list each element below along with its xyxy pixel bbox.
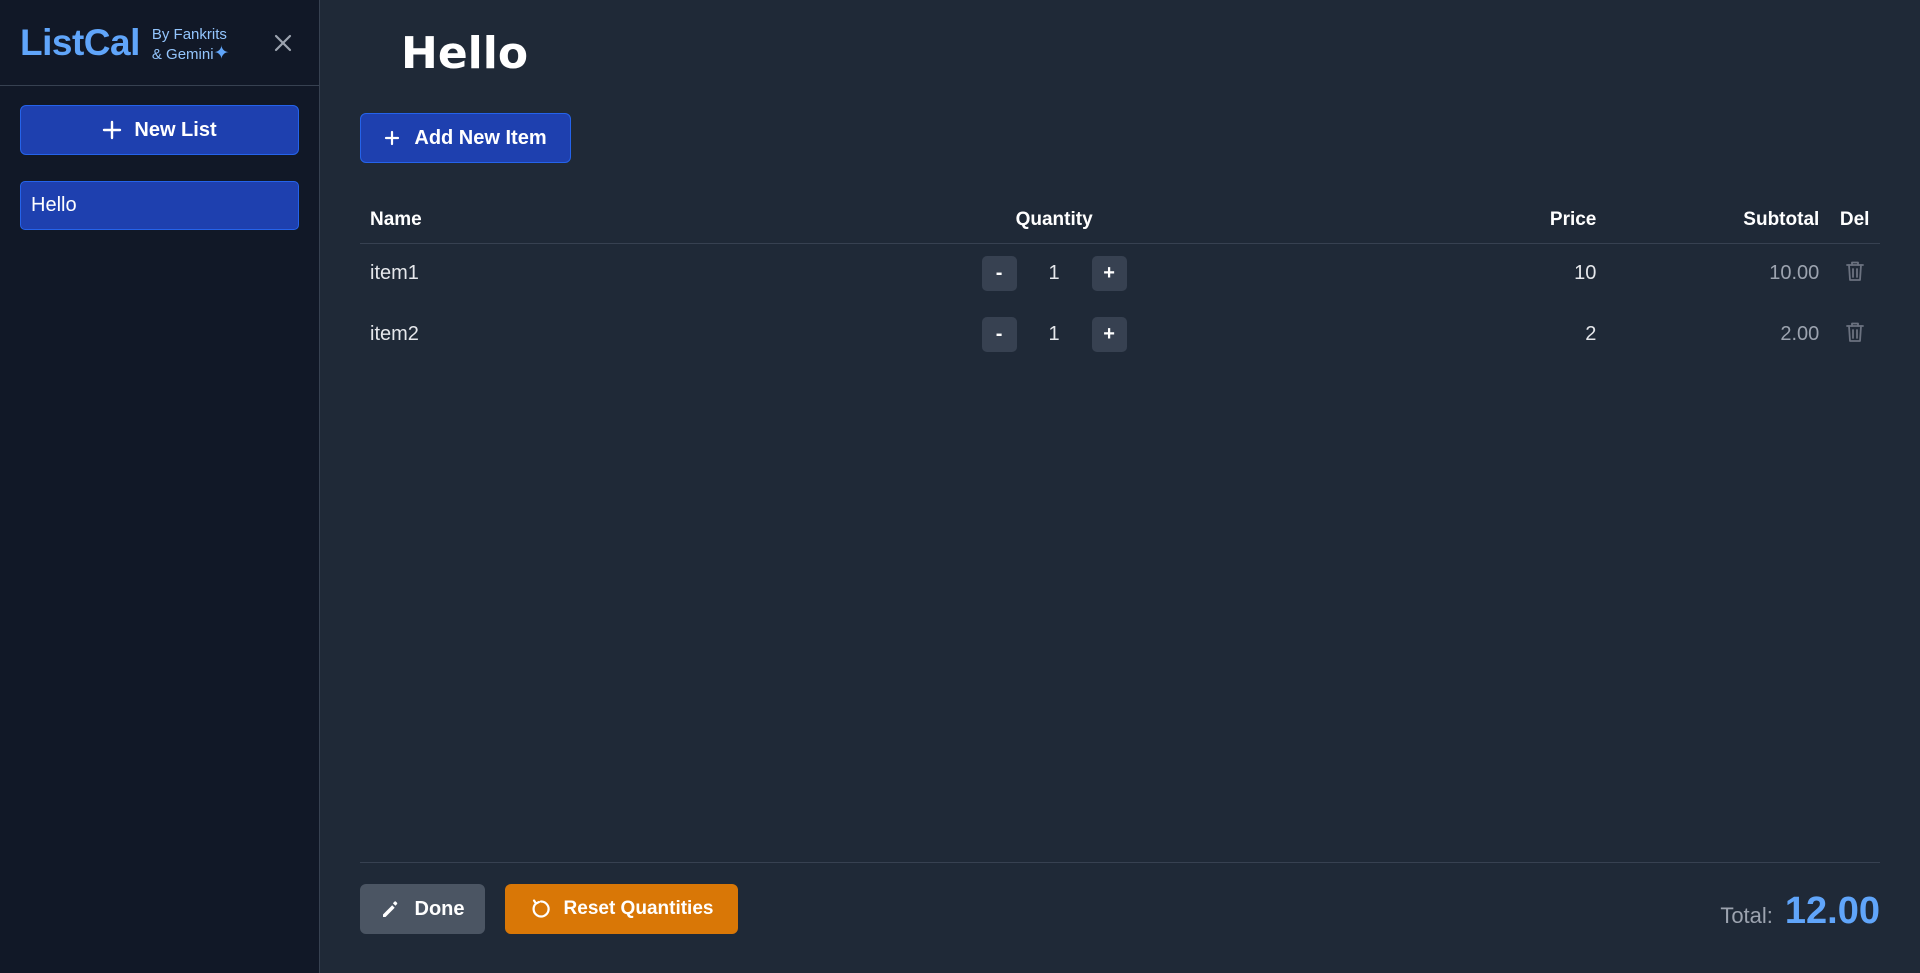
items-table: Name Quantity Price Subtotal Del item1 -…: [360, 198, 1880, 365]
sidebar-list-label: Hello: [31, 194, 77, 216]
item-name[interactable]: item1: [360, 243, 846, 304]
close-icon: [274, 34, 292, 51]
total-display: Total: 12.00: [1720, 890, 1880, 933]
done-label: Done: [414, 897, 465, 920]
done-button[interactable]: Done: [360, 884, 485, 934]
item-price[interactable]: 2: [1262, 304, 1607, 365]
delete-cell: [1829, 304, 1880, 365]
main-panel: Hello Add New Item Name Quantity Price S…: [320, 0, 1920, 973]
new-list-label: New List: [134, 118, 217, 141]
quantity-cell: - 1 +: [846, 243, 1261, 304]
quantity-stepper: - 1 +: [981, 317, 1127, 352]
sidebar-body: New List Hello: [0, 86, 319, 249]
decrease-quantity-button[interactable]: -: [981, 317, 1017, 352]
footer-bar: Done Reset Quantities Total: 12.00: [360, 862, 1880, 973]
brand-sub-line2: & Gemini: [151, 46, 214, 63]
brand-sub-line2-wrap: & Gemini✦: [152, 44, 230, 64]
trash-icon: [1845, 322, 1864, 342]
item-price[interactable]: 10: [1262, 243, 1607, 304]
page-title: Hello: [401, 28, 529, 79]
table-header-row: Name Quantity Price Subtotal Del: [360, 198, 1880, 244]
sidebar-list-item-hello[interactable]: Hello: [20, 181, 299, 230]
quantity-value: 1: [1048, 262, 1060, 285]
trash-icon: [1845, 261, 1864, 281]
quantity-cell: - 1 +: [846, 304, 1261, 365]
sidebar-header: ListCal By Fankrits & Gemini✦: [0, 0, 319, 86]
reset-quantities-label: Reset Quantities: [563, 898, 714, 919]
brand-sub-line1: By Fankrits: [151, 26, 227, 43]
delete-cell: [1829, 243, 1880, 304]
close-sidebar-button[interactable]: [267, 27, 299, 59]
total-value: 12.00: [1784, 890, 1880, 932]
decrease-quantity-button[interactable]: -: [981, 256, 1017, 292]
column-header-name: Name: [360, 198, 847, 244]
delete-item-button[interactable]: [1845, 321, 1865, 343]
quantity-stepper: - 1 +: [981, 256, 1127, 292]
item-subtotal: 2.00: [1780, 323, 1820, 345]
table-header: Name Quantity Price Subtotal Del: [360, 198, 1880, 244]
reset-icon: [532, 899, 550, 918]
plus-icon: [385, 130, 400, 146]
add-new-item-button[interactable]: Add New Item: [360, 113, 571, 163]
plus-icon: [103, 120, 122, 140]
quantity-value: 1: [1048, 323, 1060, 345]
brand-title: ListCal: [20, 21, 140, 63]
new-list-button[interactable]: New List: [20, 105, 299, 155]
table-body: item1 - 1 + 10 10.00 item2 - 1 + 2 2.00: [360, 243, 1880, 365]
column-header-subtotal: Subtotal: [1606, 198, 1830, 244]
increase-quantity-button[interactable]: +: [1091, 256, 1127, 292]
total-label: Total:: [1720, 903, 1773, 928]
reset-quantities-button[interactable]: Reset Quantities: [505, 884, 738, 934]
brand-subtitle: By Fankrits & Gemini✦: [152, 25, 230, 64]
column-header-price: Price: [1261, 198, 1607, 244]
sidebar: ListCal By Fankrits & Gemini✦ New List H…: [0, 0, 320, 973]
item-subtotal: 10.00: [1769, 262, 1820, 285]
delete-item-button[interactable]: [1845, 260, 1865, 282]
sparkle-icon: ✦: [213, 43, 230, 64]
table-row: item2 - 1 + 2 2.00: [360, 304, 1880, 365]
increase-quantity-button[interactable]: +: [1091, 317, 1127, 352]
app-root: ListCal By Fankrits & Gemini✦ New List H…: [0, 0, 1920, 973]
table-row: item1 - 1 + 10 10.00: [360, 243, 1880, 304]
item-name[interactable]: item2: [360, 304, 846, 365]
add-new-item-label: Add New Item: [414, 126, 547, 149]
brand: ListCal By Fankrits & Gemini✦: [20, 21, 267, 64]
pencil-icon: [382, 901, 398, 917]
column-header-quantity: Quantity: [846, 198, 1262, 244]
column-header-del: Del: [1829, 198, 1880, 244]
